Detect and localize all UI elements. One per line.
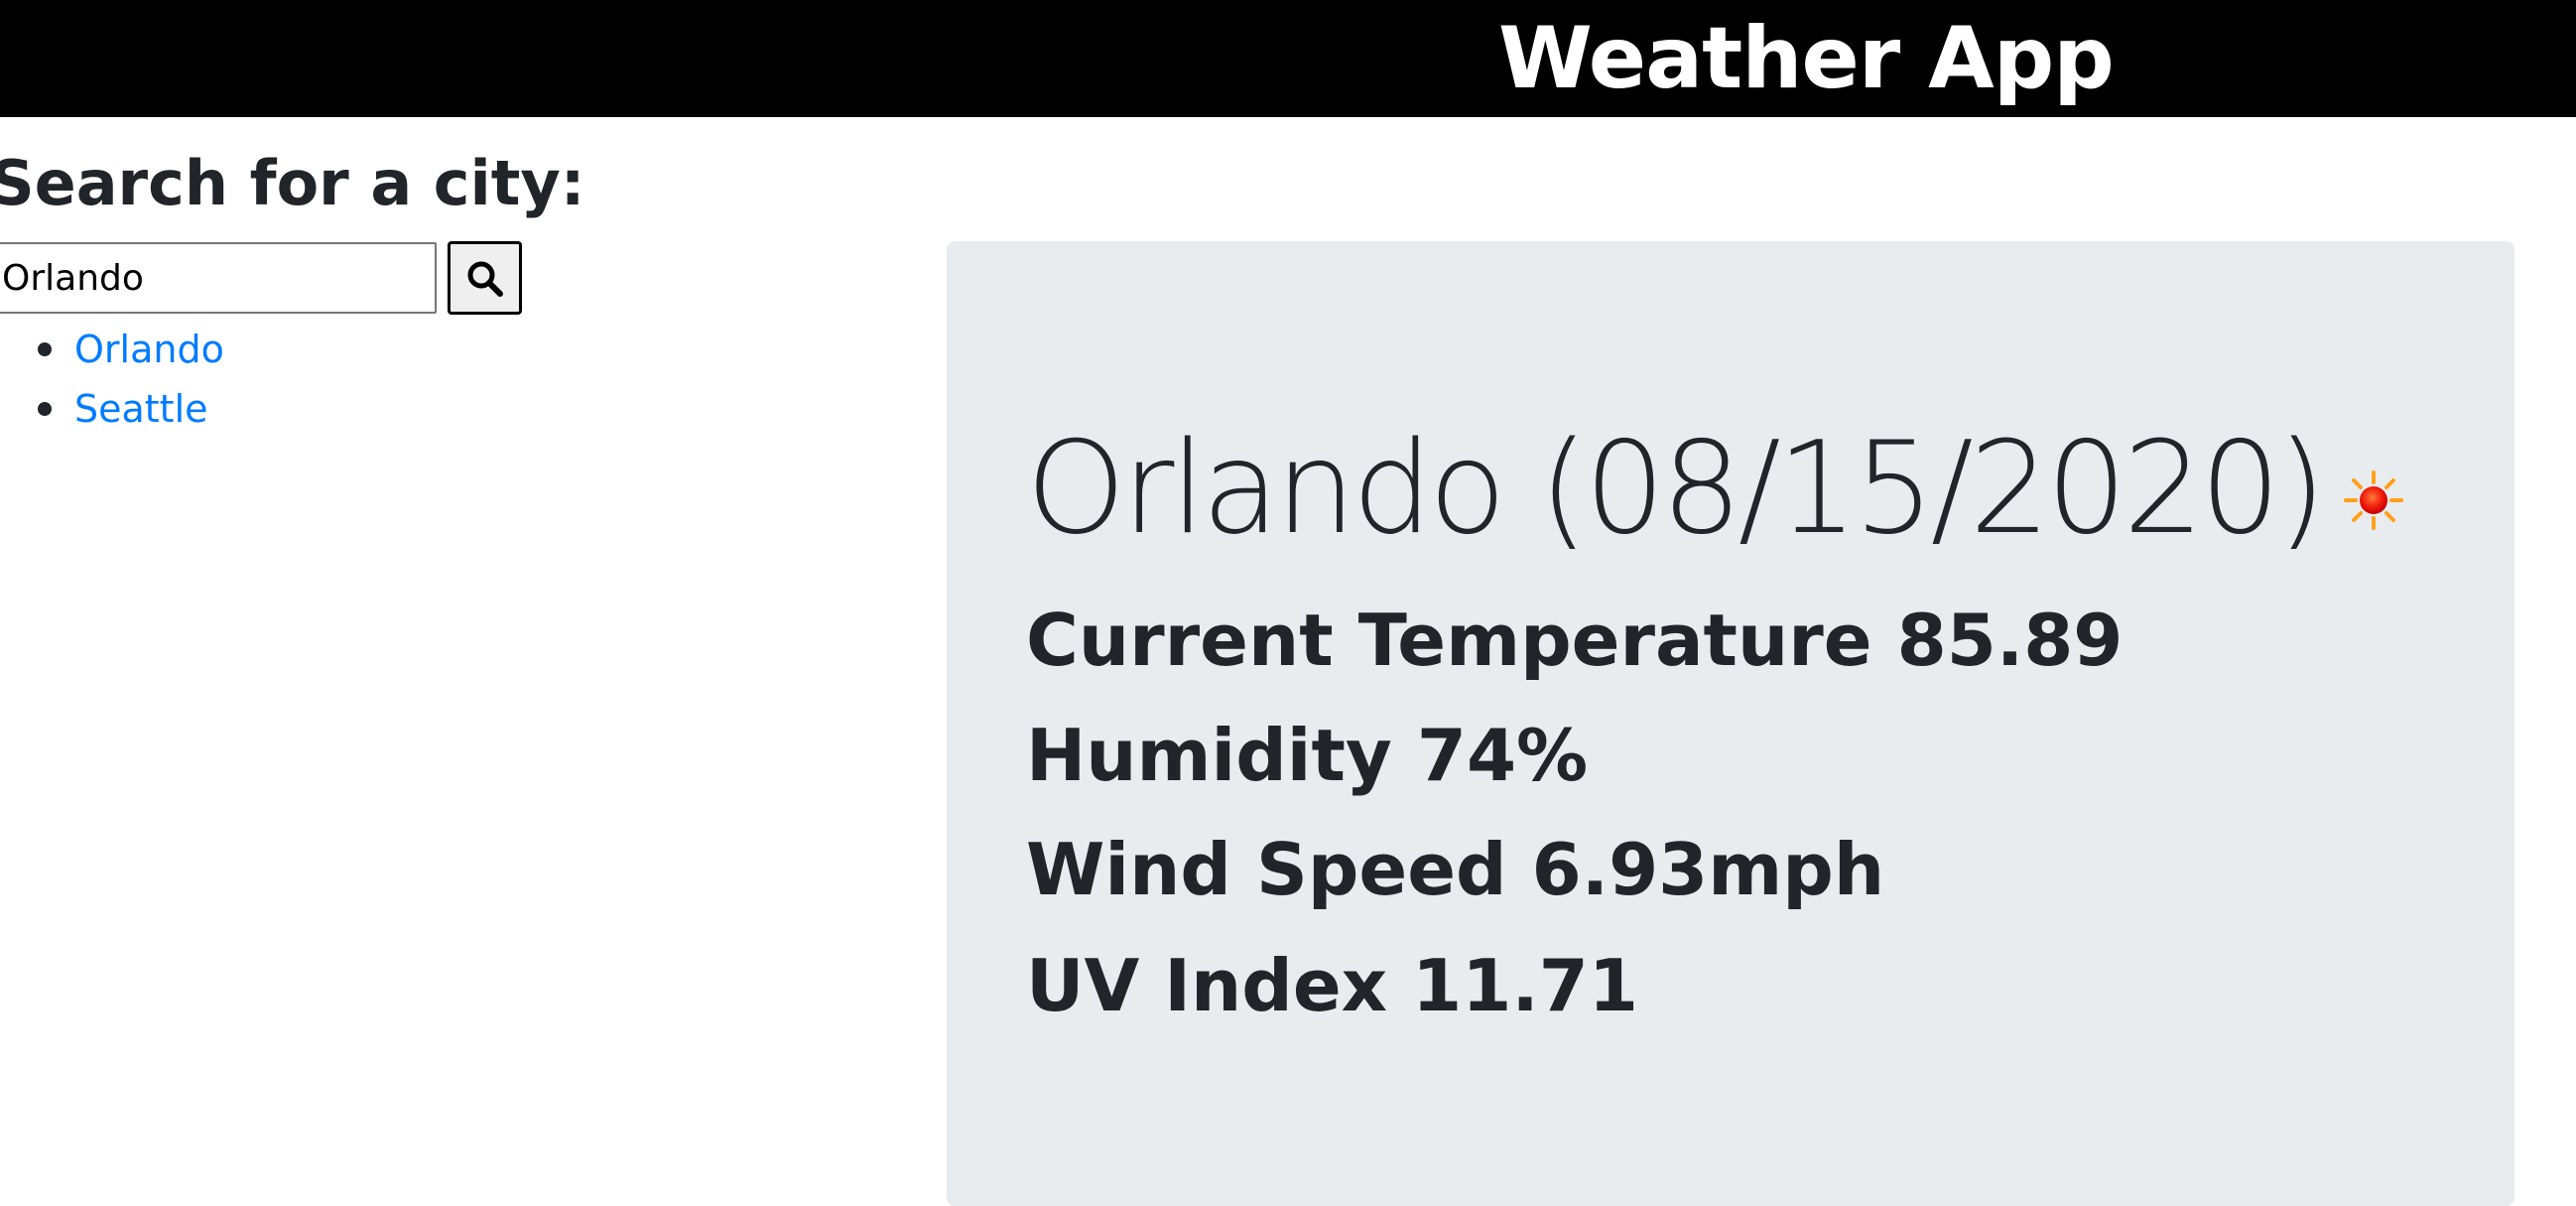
humidity-value: Humidity 74% (1026, 714, 1589, 797)
wind-speed-value: Wind Speed 6.93mph (1026, 828, 1885, 911)
city-date-title: Orlando (08/15/2020) (1026, 415, 2326, 563)
bullet (38, 342, 52, 356)
sun-icon (2344, 470, 2403, 530)
uv-index-value: UV Index 11.71 (1026, 944, 1638, 1027)
search-button[interactable] (448, 241, 522, 315)
temperature-value: Current Temperature 85.89 (1026, 599, 2124, 682)
app-title: Weather App (1498, 9, 2115, 108)
history-link-orlando[interactable]: Orlando (74, 328, 224, 371)
search-icon (467, 261, 503, 297)
history-item-orlando: Orlando (0, 320, 224, 379)
search-input[interactable] (0, 242, 437, 314)
bullet (38, 402, 52, 416)
search-history-list: Orlando Seattle (0, 320, 224, 439)
search-heading: Search for a city: (0, 147, 585, 219)
history-link-seattle[interactable]: Seattle (74, 387, 208, 431)
header-bar: Weather App (0, 0, 2576, 117)
history-item-seattle: Seattle (0, 379, 224, 439)
current-weather-card: Orlando (08/15/2020) Current Temperature… (947, 241, 2514, 1206)
